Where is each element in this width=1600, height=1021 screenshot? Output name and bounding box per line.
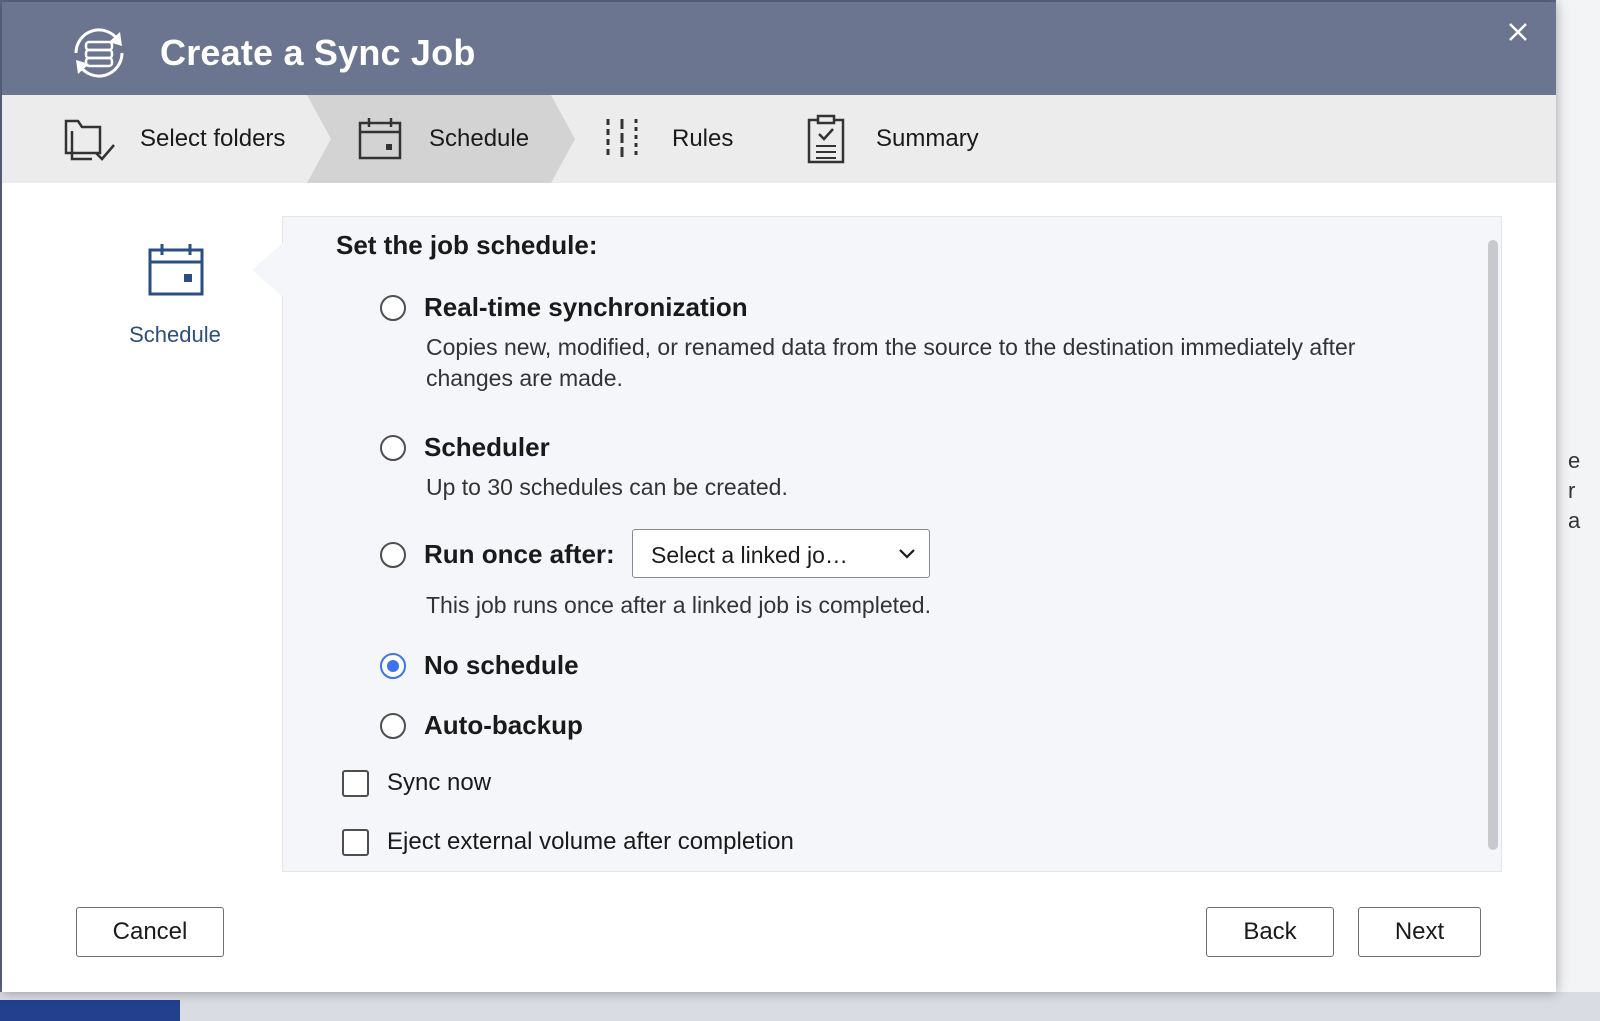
eject-volume-checkbox[interactable]: [342, 828, 369, 856]
calendar-icon: [358, 118, 402, 160]
eject-volume-checkbox-row[interactable]: Eject external volume after completion: [342, 828, 794, 856]
dialog-title: Create a Sync Job: [160, 32, 476, 73]
option-label: Auto-backup: [424, 710, 583, 740]
step-label: Select folders: [140, 125, 286, 152]
option-real-time-sync[interactable]: Real-time synchronization: [380, 292, 748, 323]
linked-job-select[interactable]: Select a linked jo…: [632, 529, 930, 578]
option-auto-backup[interactable]: Auto-backup: [380, 710, 583, 741]
radio-auto-backup[interactable]: [380, 712, 406, 739]
sliders-icon: [606, 119, 638, 159]
sync-now-checkbox-row[interactable]: Sync now: [342, 769, 491, 797]
sync-job-icon: [74, 28, 124, 78]
wizard-steps: Select folders Schedule Rules Summary: [2, 95, 1556, 183]
radio-scheduler[interactable]: [380, 434, 406, 461]
option-label: Run once after:: [424, 539, 615, 569]
checkbox-label: Sync now: [387, 769, 492, 796]
next-button[interactable]: Next: [1358, 907, 1481, 957]
checkbox-label: Eject external volume after completion: [387, 828, 794, 855]
step-label: Summary: [876, 125, 979, 152]
option-description: Up to 30 schedules can be created.: [426, 474, 788, 500]
option-label: Scheduler: [424, 432, 550, 462]
step-label: Schedule: [429, 125, 530, 152]
option-description: Copies new, modified, or renamed data fr…: [426, 334, 1356, 391]
sync-now-checkbox[interactable]: [342, 769, 369, 797]
step-schedule[interactable]: Schedule: [357, 95, 529, 183]
linked-job-select-value: Select a linked jo…: [651, 542, 848, 568]
dialog-titlebar: Create a Sync Job: [2, 2, 1556, 95]
chevron-down-icon: [899, 549, 915, 559]
step-select-folders[interactable]: Select folders: [62, 95, 285, 183]
step-rules[interactable]: Rules: [602, 95, 733, 183]
close-icon[interactable]: [1504, 18, 1532, 46]
panel-title: Set the job schedule:: [336, 230, 598, 260]
option-label: Real-time synchronization: [424, 292, 748, 322]
step-label: Rules: [672, 125, 734, 152]
create-sync-job-dialog: Create a Sync Job Select folders Schedul…: [2, 2, 1556, 992]
back-button[interactable]: Back: [1206, 907, 1334, 957]
calendar-icon: [148, 244, 204, 296]
panel-scrollbar[interactable]: [1488, 240, 1498, 850]
option-no-schedule[interactable]: No schedule: [380, 650, 579, 681]
option-description: This job runs once after a linked job is…: [426, 592, 931, 618]
background-taskbar: [0, 992, 1600, 1021]
radio-run-once-after[interactable]: [380, 541, 406, 568]
radio-no-schedule[interactable]: [380, 652, 406, 679]
clipboard-check-icon: [807, 114, 845, 164]
option-label: No schedule: [424, 650, 579, 680]
background-window: e r a: [1556, 0, 1600, 1021]
option-scheduler[interactable]: Scheduler: [380, 432, 550, 463]
panel-pointer: [252, 242, 284, 298]
folder-check-icon: [64, 119, 115, 161]
option-run-once-after[interactable]: Run once after:: [380, 539, 615, 570]
cancel-button[interactable]: Cancel: [76, 907, 224, 957]
radio-real-time-sync[interactable]: [380, 294, 406, 321]
step-summary[interactable]: Summary: [806, 95, 979, 183]
